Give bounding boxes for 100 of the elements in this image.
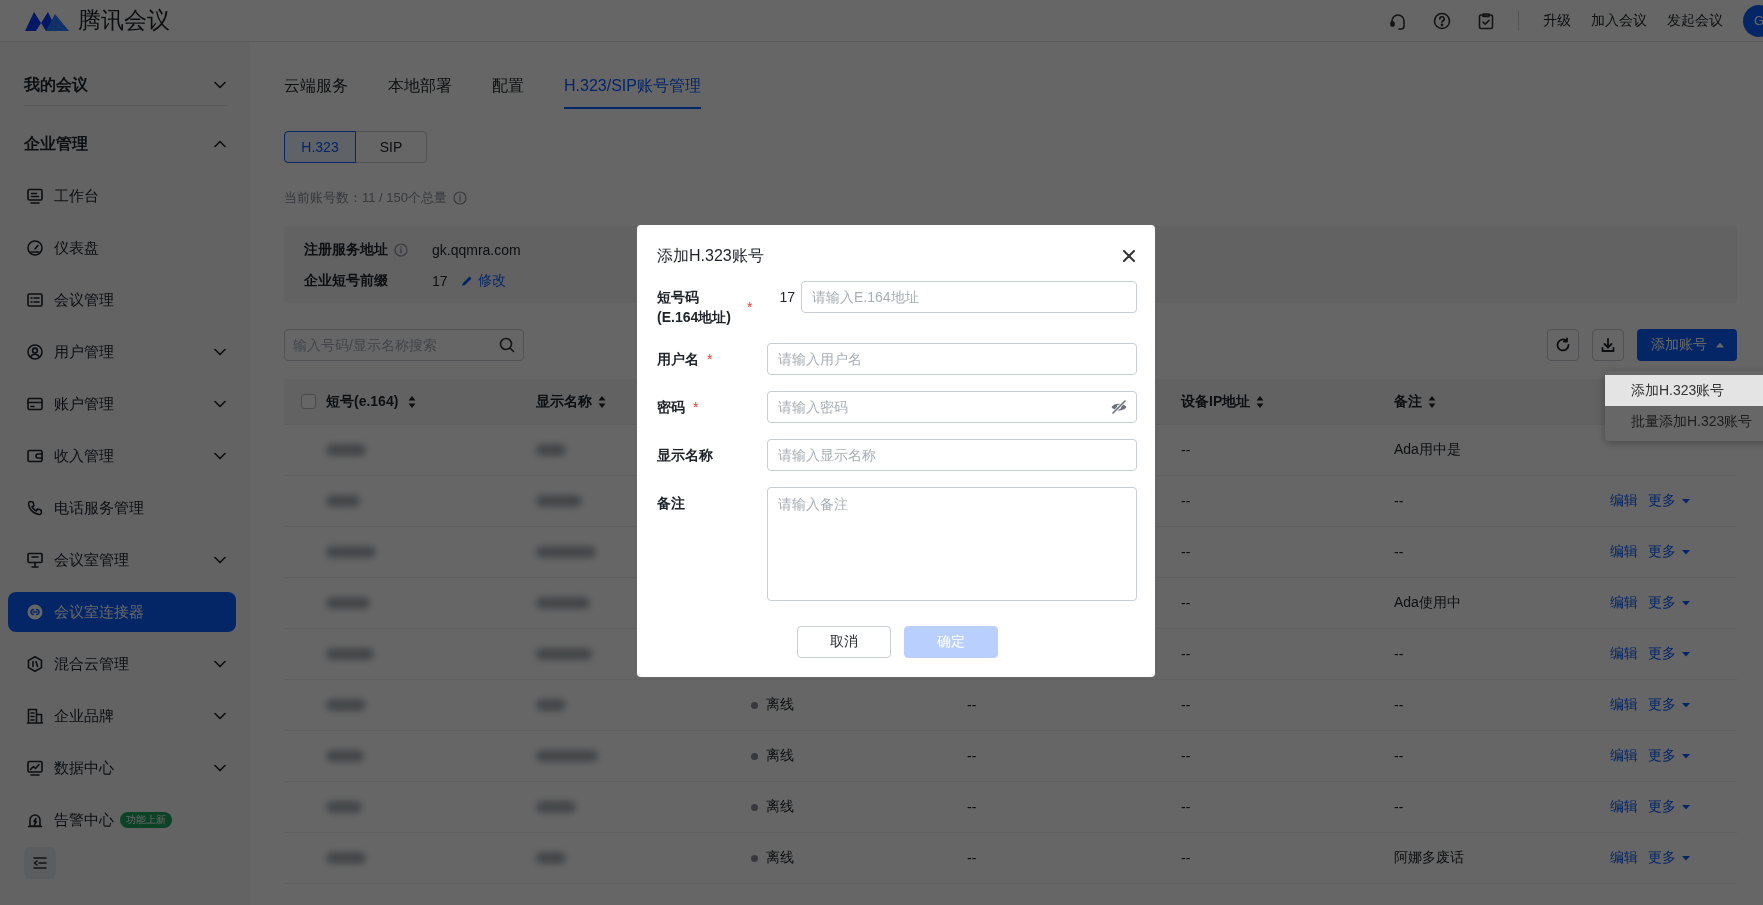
input-field[interactable]: 请输入密码: [767, 391, 1137, 423]
nav-item[interactable]: 账户管理: [8, 384, 236, 424]
table-cell-text: --: [1181, 697, 1192, 713]
action-link[interactable]: 更多: [1648, 798, 1691, 816]
cancel-button[interactable]: 取消: [796, 626, 891, 658]
wallet-icon: [26, 447, 44, 465]
status-dot: [751, 752, 758, 760]
status-dot: [751, 803, 758, 811]
field-label: 密码: [657, 398, 685, 417]
refresh-button[interactable]: [1547, 329, 1579, 361]
checkbox[interactable]: [301, 394, 316, 409]
sort-icon[interactable]: [1256, 394, 1265, 409]
caret-icon: [1681, 547, 1691, 557]
add-account-button[interactable]: 添加账号: [1637, 329, 1737, 361]
action-link[interactable]: 更多: [1648, 747, 1691, 765]
field-label: 显示名称: [657, 446, 713, 465]
table-cell-text: --: [1394, 748, 1405, 764]
caret-icon: [1681, 751, 1691, 761]
nav-group[interactable]: 我的会议: [24, 74, 212, 96]
column-header[interactable]: 显示名称: [536, 392, 592, 411]
field-label: 备注: [657, 494, 685, 513]
clipboard-icon[interactable]: [1477, 11, 1495, 30]
action-link[interactable]: 编辑: [1610, 798, 1638, 816]
status-text: 离线: [766, 696, 794, 714]
action-link[interactable]: 编辑: [1610, 492, 1638, 510]
action-link[interactable]: 编辑: [1610, 645, 1638, 663]
blurred-value: [326, 444, 366, 456]
caret-icon: [1681, 853, 1691, 863]
blurred-value: [536, 597, 590, 609]
menu-item[interactable]: 添加H.323账号: [1605, 375, 1763, 406]
header-link[interactable]: 发起会议: [1667, 11, 1723, 30]
nav-item[interactable]: 企业品牌: [8, 696, 236, 736]
input-field[interactable]: 请输入用户名: [767, 343, 1137, 375]
blurred-value: [536, 699, 566, 711]
field-label: 用户名: [657, 350, 699, 369]
sort-icon[interactable]: [1428, 394, 1436, 409]
action-link[interactable]: 编辑: [1610, 849, 1638, 867]
menu-item[interactable]: 批量添加H.323账号: [1605, 406, 1763, 437]
tab[interactable]: H.323/SIP账号管理: [564, 64, 701, 109]
nav-item[interactable]: 工作台: [8, 176, 236, 216]
sort-icon[interactable]: [408, 394, 417, 409]
tab[interactable]: 本地部署: [388, 64, 452, 109]
tab[interactable]: 云端服务: [284, 64, 348, 109]
column-header[interactable]: 备注: [1394, 392, 1422, 411]
nav-item[interactable]: 混合云管理: [8, 644, 236, 684]
nav-item[interactable]: 用户管理: [8, 332, 236, 372]
field-value: gk.qqmra.com: [432, 242, 521, 258]
user-icon: [26, 343, 44, 361]
headset-icon[interactable]: [1389, 11, 1407, 30]
header-link[interactable]: 升级: [1543, 11, 1571, 30]
table-cell-text: --: [1394, 799, 1405, 815]
close-icon[interactable]: [1121, 248, 1137, 264]
status-dot: [751, 854, 758, 862]
tab[interactable]: 配置: [492, 64, 524, 109]
header-link[interactable]: 加入会议: [1591, 11, 1647, 30]
table-cell-text: --: [1181, 748, 1192, 764]
action-link[interactable]: 更多: [1648, 645, 1691, 663]
action-link[interactable]: 编辑: [1610, 747, 1638, 765]
action-link[interactable]: 更多: [1648, 594, 1691, 612]
nav-item[interactable]: 会议室连接器: [8, 592, 236, 632]
download-button[interactable]: [1592, 329, 1624, 361]
action-link[interactable]: 更多: [1648, 543, 1691, 561]
eye-hidden-icon[interactable]: [1110, 400, 1128, 414]
collapse-button[interactable]: [24, 847, 56, 879]
nav-item[interactable]: 数据中心: [8, 748, 236, 788]
table-cell-text: --: [1394, 493, 1405, 509]
nav-item[interactable]: 电话服务管理: [8, 488, 236, 528]
nav-item[interactable]: 仪表盘: [8, 228, 236, 268]
easel-icon: [26, 551, 44, 569]
nav-item[interactable]: 会议管理: [8, 280, 236, 320]
input-field[interactable]: 请输入显示名称: [767, 439, 1137, 471]
table-cell-text: --: [1394, 646, 1405, 662]
column-header[interactable]: 短号(e.164): [326, 392, 399, 411]
blurred-value: [536, 444, 566, 456]
input-field[interactable]: 请输入E.164地址: [801, 281, 1137, 313]
input-field[interactable]: 请输入备注: [767, 487, 1137, 601]
action-link[interactable]: 编辑: [1610, 594, 1638, 612]
column-header[interactable]: 设备IP地址: [1181, 392, 1251, 411]
segment-button[interactable]: H.323: [284, 131, 356, 163]
user-avatar[interactable]: G: [1743, 4, 1763, 37]
status-text: 离线: [766, 798, 794, 816]
caret-icon: [1681, 700, 1691, 710]
nav-item[interactable]: 会议室管理: [8, 540, 236, 580]
blurred-value: [326, 546, 376, 558]
dialog-title: 添加H.323账号: [657, 245, 764, 266]
sort-icon[interactable]: [598, 394, 606, 409]
help-icon[interactable]: [1433, 11, 1451, 30]
action-link[interactable]: 编辑: [1610, 543, 1638, 561]
action-link[interactable]: 更多: [1648, 849, 1691, 867]
blurred-value: [536, 495, 582, 507]
nav-item[interactable]: 收入管理: [8, 436, 236, 476]
edit-link[interactable]: 修改: [459, 272, 506, 290]
action-link[interactable]: 编辑: [1610, 696, 1638, 714]
table-cell-text: --: [1394, 697, 1405, 713]
action-link[interactable]: 更多: [1648, 696, 1691, 714]
caret-icon: [1681, 598, 1691, 608]
segment-button[interactable]: SIP: [355, 131, 427, 163]
table-cell-text: --: [1181, 850, 1192, 866]
action-link[interactable]: 更多: [1648, 492, 1691, 510]
nav-group[interactable]: 企业管理: [24, 133, 212, 155]
